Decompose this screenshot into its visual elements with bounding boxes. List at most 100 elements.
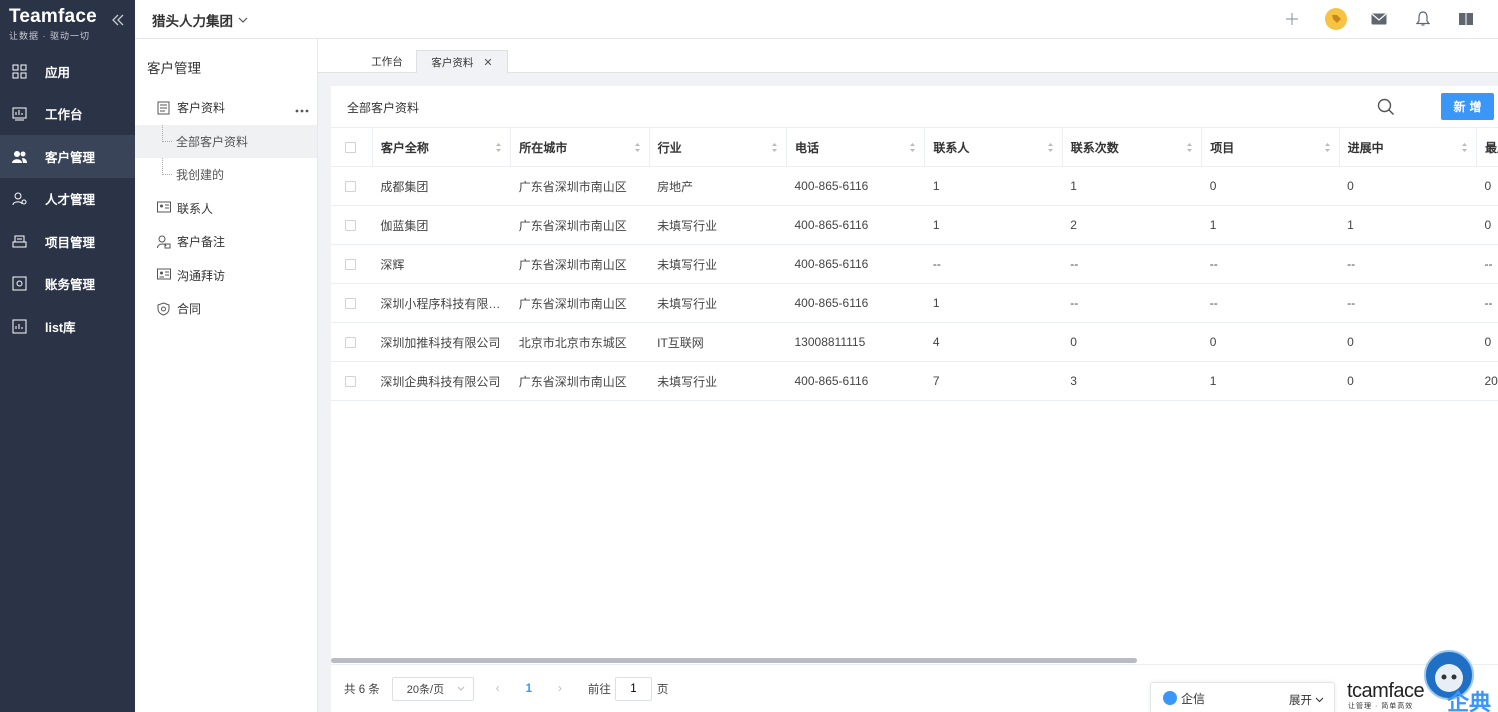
table-cell[interactable]: 深圳加推科技有限公司	[372, 322, 511, 362]
sidebar-item-list[interactable]: list库	[0, 305, 135, 348]
tab-bar: 工作台 客户资料 ✕	[318, 39, 1498, 73]
watermark-sub: 让管理 · 简单高效	[1348, 703, 1414, 710]
submenu-item-label: 客户资料	[177, 101, 226, 116]
submenu-item[interactable]: 全部客户资料	[135, 124, 317, 158]
submenu-item-label: 联系人	[177, 201, 214, 216]
submenu-item-label: 我创建的	[176, 168, 225, 183]
submenu-item[interactable]: 联系人	[135, 192, 317, 226]
watermark-cn: 企典	[1447, 690, 1492, 712]
note-user-icon	[157, 235, 171, 249]
select-all-checkbox[interactable]	[345, 142, 356, 154]
column-header[interactable]: 行业	[649, 127, 788, 167]
row-checkbox[interactable]	[345, 181, 356, 193]
visit-icon	[157, 268, 171, 282]
sidebar-item-project[interactable]: 项目管理	[0, 220, 135, 263]
column-header-label: 所在城市	[519, 140, 568, 155]
table-cell[interactable]: 伽蓝集团	[372, 205, 511, 245]
book-icon[interactable]	[1454, 7, 1478, 31]
finance-icon	[12, 276, 27, 291]
chat-label: 企信	[1181, 691, 1206, 706]
table-cell: 广东省深圳市南山区	[510, 361, 650, 401]
collapse-sidebar-icon[interactable]	[110, 12, 126, 28]
table-cell: 1	[924, 205, 1063, 245]
column-header[interactable]: 联系人	[924, 127, 1063, 167]
column-header[interactable]: 所在城市	[510, 127, 650, 167]
search-icon[interactable]	[1377, 98, 1395, 116]
sidebar-item-customers[interactable]: 客户管理	[0, 135, 135, 178]
table-cell: --	[1476, 244, 1498, 284]
submenu-item[interactable]: 合同	[135, 292, 317, 326]
chevron-down-icon	[457, 686, 465, 691]
table-cell: 广东省深圳市南山区	[510, 205, 650, 245]
bell-icon[interactable]	[1411, 7, 1435, 31]
row-checkbox[interactable]	[345, 376, 356, 388]
page-size-select[interactable]: 20条/页	[391, 676, 474, 701]
prev-page-icon[interactable]: ‹	[496, 683, 500, 695]
submenu-item[interactable]: 沟通拜访	[135, 259, 317, 293]
sidebar-item-label: 客户管理	[45, 150, 96, 165]
table-cell: 1	[1339, 205, 1477, 245]
row-select-cell	[331, 361, 373, 401]
row-checkbox[interactable]	[345, 220, 356, 232]
page-suffix: 页	[656, 683, 669, 696]
tab-workbench[interactable]: 工作台	[356, 50, 418, 73]
column-header[interactable]: 电话	[786, 127, 926, 167]
tree-connector	[162, 158, 172, 175]
table-row[interactable]: 深圳企典科技有限公司 广东省深圳市南山区 未填写行业 400-865-6116 7 3 1 0…	[331, 361, 1498, 401]
goto-page-input[interactable]	[614, 676, 652, 701]
list-title: 全部客户资料	[347, 101, 420, 115]
table-row[interactable]: 伽蓝集团 广东省深圳市南山区 未填写行业 400-865-6116 1 2 1 1 0	[331, 205, 1498, 245]
table-cell: --	[1062, 244, 1202, 284]
sidebar-item-apps[interactable]: 应用	[0, 50, 135, 93]
add-icon[interactable]	[1280, 7, 1304, 31]
sidebar-item-talent[interactable]: 人才管理	[0, 178, 135, 221]
current-page[interactable]: 1	[526, 683, 532, 695]
submenu-item[interactable]: 客户资料	[135, 91, 317, 125]
table-cell: 1	[924, 283, 1063, 323]
close-icon[interactable]: ✕	[483, 56, 492, 69]
total-count: 共 6 条	[344, 683, 380, 696]
mail-icon[interactable]	[1367, 7, 1391, 31]
next-page-icon[interactable]: ›	[558, 683, 562, 695]
table-row[interactable]: 深圳加推科技有限公司 北京市北京市东城区 IT互联网 13008811115 4 0 0 0 0	[331, 322, 1498, 362]
table-cell: --	[1476, 283, 1498, 323]
table-cell[interactable]: 深辉	[372, 244, 511, 284]
table-cell: --	[1339, 244, 1477, 284]
chat-widget[interactable]: 企信 展开	[1150, 682, 1335, 712]
sidebar-item-label: 工作台	[45, 108, 83, 123]
company-switcher[interactable]: 猎头人力集团	[152, 10, 248, 30]
brand-slogan: 让数据 · 驱动一切	[9, 31, 90, 41]
horizontal-scrollbar[interactable]	[331, 658, 1137, 663]
column-header[interactable]: 项目	[1201, 127, 1340, 167]
table-cell[interactable]: 深圳企典科技有限公司	[372, 361, 511, 401]
table-row[interactable]: 深圳小程序科技有限公司 广东省深圳市南山区 未填写行业 400-865-6116 1 --…	[331, 283, 1498, 323]
sidebar-item-label: 应用	[45, 65, 71, 80]
row-checkbox[interactable]	[345, 337, 356, 349]
sidebar-item-dashboard[interactable]: 工作台	[0, 93, 135, 136]
table-cell: 0	[1339, 166, 1477, 206]
column-header[interactable]: 联系次数	[1062, 127, 1203, 167]
column-header[interactable]: 客户全称	[372, 127, 512, 167]
chat-expand-toggle[interactable]: 展开	[1289, 692, 1324, 708]
row-checkbox[interactable]	[345, 298, 356, 310]
more-options-icon[interactable]	[295, 102, 309, 116]
table-cell[interactable]: 成都集团	[372, 166, 511, 206]
table-row[interactable]: 深辉 广东省深圳市南山区 未填写行业 400-865-6116 -- -- -- -- --	[331, 244, 1498, 284]
column-header[interactable]: 进展中	[1339, 127, 1477, 167]
add-new-button[interactable]: 新增	[1441, 93, 1494, 120]
submenu-item[interactable]: 我创建的	[135, 158, 317, 192]
brand-watermark: tcamface 让管理 · 简单高效 企典	[1347, 680, 1498, 712]
submenu-item[interactable]: 客户备注	[135, 225, 317, 259]
top-header: 猎头人力集团	[135, 0, 1498, 39]
row-select-cell	[331, 205, 373, 245]
document-icon	[157, 101, 171, 115]
table-cell[interactable]: 深圳小程序科技有限公司	[372, 283, 511, 323]
sidebar-item-finance[interactable]: 账务管理	[0, 263, 135, 306]
row-checkbox[interactable]	[345, 259, 356, 271]
tag-icon[interactable]	[1324, 7, 1348, 31]
table-cell: 0	[1201, 166, 1340, 206]
column-header[interactable]: 最后联系	[1476, 127, 1498, 167]
table-row[interactable]: 成都集团 广东省深圳市南山区 房地产 400-865-6116 1 1 0 0 0	[331, 166, 1498, 206]
tab-customer-profile[interactable]: 客户资料 ✕	[416, 50, 508, 73]
table-cell: 未填写行业	[649, 205, 787, 245]
